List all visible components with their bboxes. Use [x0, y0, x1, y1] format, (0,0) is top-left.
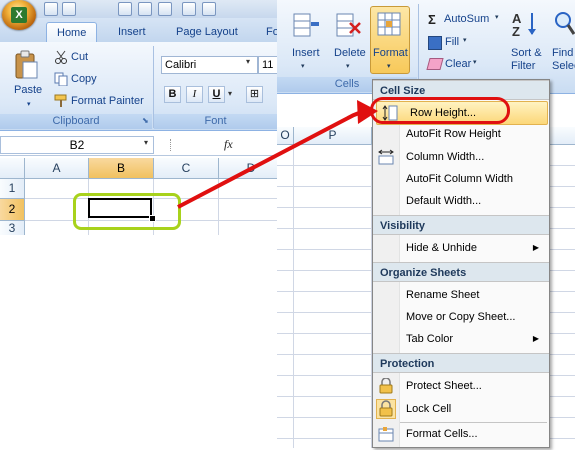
- annotation-arrow: [177, 100, 378, 209]
